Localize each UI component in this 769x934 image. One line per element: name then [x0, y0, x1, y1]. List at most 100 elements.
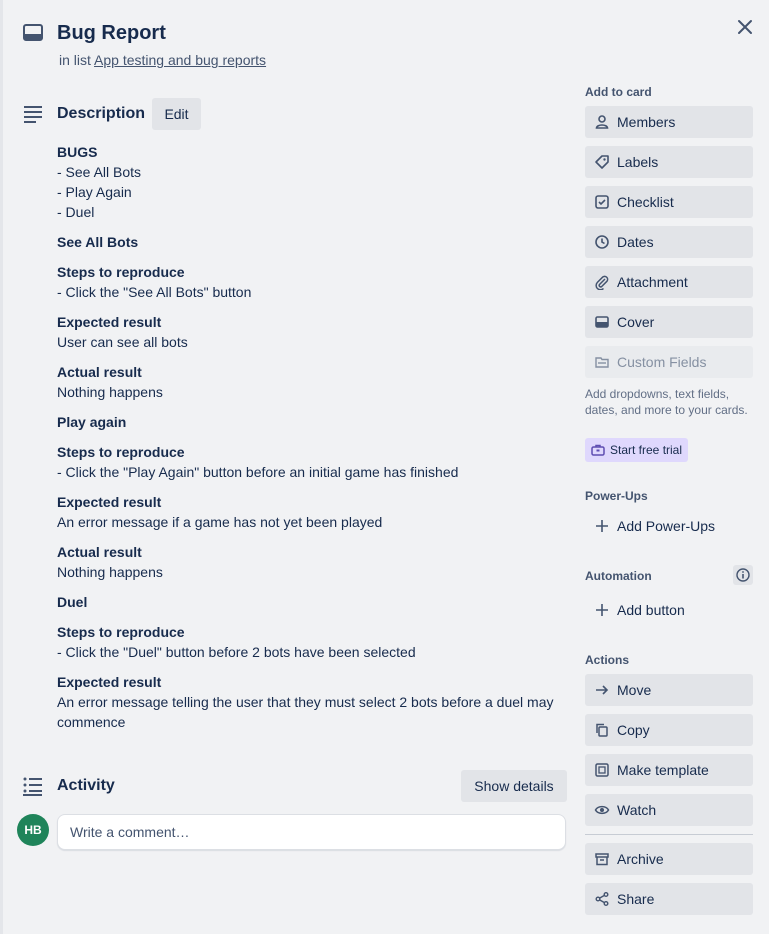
avatar[interactable]: HB — [17, 814, 49, 846]
add-powerups-label: Add Power-Ups — [617, 518, 716, 534]
add-to-card-heading: Add to card — [585, 85, 652, 99]
start-free-trial-button[interactable]: Start free trial — [585, 438, 689, 462]
description-block-heading: Actual result — [57, 544, 142, 560]
eye-icon — [594, 802, 610, 818]
show-details-button[interactable]: Show details — [461, 770, 567, 802]
copy-label: Copy — [617, 722, 650, 738]
add-button-label: Add button — [617, 602, 685, 618]
archive-label: Archive — [617, 851, 664, 867]
description-line: Nothing happens — [57, 384, 163, 400]
description-line: - Click the "See All Bots" button — [57, 284, 252, 300]
description-block: Steps to reproduce - Click the "Duel" but… — [57, 622, 567, 662]
custom-fields-button[interactable]: Custom Fields — [585, 346, 753, 378]
description-block-heading: Steps to reproduce — [57, 264, 185, 280]
plus-icon — [594, 518, 610, 534]
move-label: Move — [617, 682, 652, 698]
add-powerups-button[interactable]: Add Power-Ups — [585, 510, 753, 542]
description-block-heading: Expected result — [57, 494, 162, 510]
copy-icon — [594, 722, 610, 738]
description-block: See All Bots — [57, 232, 567, 252]
description-block-heading: Steps to reproduce — [57, 444, 185, 460]
labels-label: Labels — [617, 154, 659, 170]
close-icon[interactable] — [735, 17, 755, 37]
make-template-button[interactable]: Make template — [585, 754, 753, 786]
edge-marker — [0, 0, 3, 934]
in-list-prefix: in list — [59, 52, 91, 68]
members-label: Members — [617, 114, 676, 130]
description-line: - Play Again — [57, 184, 132, 200]
activity-icon — [22, 776, 44, 796]
dates-button[interactable]: Dates — [585, 226, 753, 258]
description-heading: Description — [57, 105, 146, 122]
description-block: Actual result Nothing happens — [57, 542, 567, 582]
description-content[interactable]: BUGS - See All Bots - Play Again - Duel See … — [57, 142, 567, 742]
description-line: Nothing happens — [57, 564, 163, 580]
watch-button[interactable]: Watch — [585, 794, 753, 826]
description-block-heading: Expected result — [57, 314, 162, 330]
description-block: Steps to reproduce - Click the "Play Agai… — [57, 442, 567, 482]
description-block-heading: Steps to reproduce — [57, 624, 185, 640]
info-icon[interactable] — [733, 565, 753, 585]
tag-icon — [594, 154, 610, 170]
add-button-button[interactable]: Add button — [585, 594, 753, 626]
card-icon — [22, 23, 44, 43]
description-block: Expected result User can see all bots — [57, 312, 567, 352]
paperclip-icon — [594, 274, 610, 290]
arrow-right-icon — [594, 682, 610, 698]
briefcase-icon — [591, 443, 605, 457]
description-block: BUGS - See All Bots - Play Again - Duel — [57, 142, 567, 222]
members-button[interactable]: Members — [585, 106, 753, 138]
attachment-label: Attachment — [617, 274, 688, 290]
share-label: Share — [617, 891, 655, 907]
description-block: Steps to reproduce - Click the "See All B… — [57, 262, 567, 302]
description-icon — [22, 104, 44, 124]
description-block: Duel — [57, 592, 567, 612]
description-line: An error message telling the user that t… — [57, 694, 554, 730]
activity-heading: Activity — [57, 777, 115, 794]
archive-button[interactable]: Archive — [585, 843, 753, 875]
description-line: - Duel — [57, 204, 95, 220]
custom-fields-label: Custom Fields — [617, 354, 707, 370]
description-line: - Click the "Play Again" button before a… — [57, 464, 459, 480]
copy-button[interactable]: Copy — [585, 714, 753, 746]
divider — [585, 834, 753, 835]
template-icon — [594, 762, 610, 778]
description-block-heading: See All Bots — [57, 234, 139, 250]
start-free-trial-label: Start free trial — [610, 443, 683, 457]
make-template-label: Make template — [617, 762, 709, 778]
edit-description-button[interactable]: Edit — [152, 98, 201, 130]
custom-fields-description: Add dropdowns, text fields, dates, and m… — [585, 387, 748, 417]
description-block: Expected result An error message telling … — [57, 672, 567, 732]
description-block-heading: Duel — [57, 594, 88, 610]
automation-heading: Automation — [585, 569, 652, 583]
cover-label: Cover — [617, 314, 655, 330]
person-icon — [594, 114, 610, 130]
description-line: - Click the "Duel" button before 2 bots … — [57, 644, 416, 660]
description-block-heading: Play again — [57, 414, 127, 430]
cover-button[interactable]: Cover — [585, 306, 753, 338]
attachment-button[interactable]: Attachment — [585, 266, 753, 298]
powerups-heading: Power-Ups — [585, 489, 648, 503]
actions-heading: Actions — [585, 653, 630, 667]
dates-label: Dates — [617, 234, 654, 250]
description-line: User can see all bots — [57, 334, 188, 350]
move-button[interactable]: Move — [585, 674, 753, 706]
plus-icon — [594, 602, 610, 618]
labels-button[interactable]: Labels — [585, 146, 753, 178]
list-link[interactable]: App testing and bug reports — [94, 52, 266, 68]
description-line: An error message if a game has not yet b… — [57, 514, 383, 530]
description-block: Actual result Nothing happens — [57, 362, 567, 402]
custom-fields-icon — [594, 354, 610, 370]
comment-input[interactable]: Write a comment… — [57, 814, 566, 850]
clock-icon — [594, 234, 610, 250]
card-title: Bug Report — [57, 22, 166, 44]
share-icon — [594, 891, 610, 907]
share-button[interactable]: Share — [585, 883, 753, 915]
description-line: - See All Bots — [57, 164, 142, 180]
description-block-heading: Actual result — [57, 364, 142, 380]
checklist-label: Checklist — [617, 194, 674, 210]
archive-icon — [594, 851, 610, 867]
description-block: Expected result An error message if a gam… — [57, 492, 567, 532]
checklist-button[interactable]: Checklist — [585, 186, 753, 218]
watch-label: Watch — [617, 802, 657, 818]
